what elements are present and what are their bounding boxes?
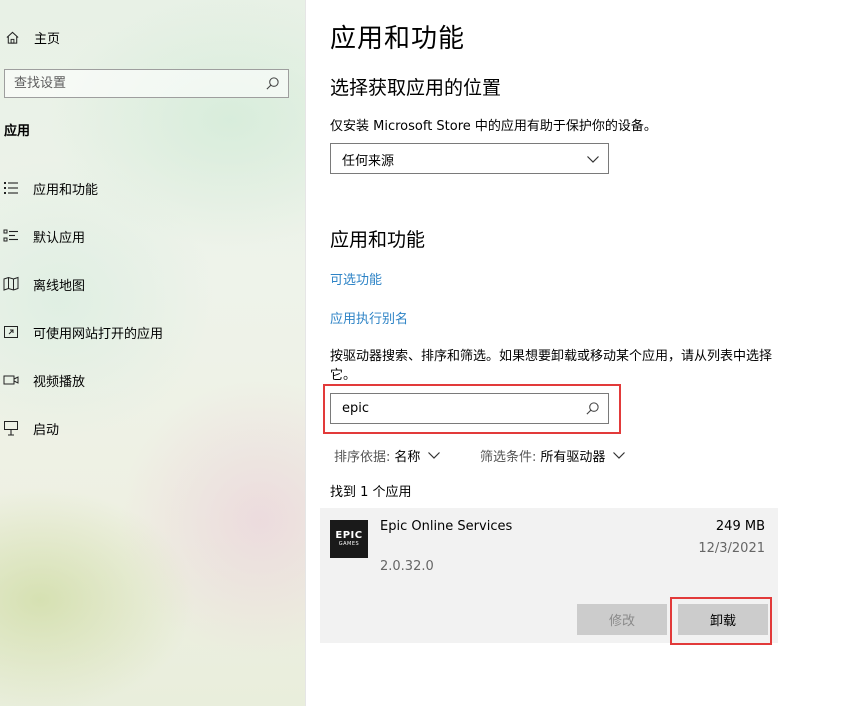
optional-features-link[interactable]: 可选功能 bbox=[330, 269, 382, 288]
filter-label: 筛选条件: bbox=[480, 449, 537, 465]
app-size: 249 MB bbox=[715, 519, 765, 534]
install-source-description: 仅安装 Microsoft Store 中的应用有助于保护你的设备。 bbox=[330, 119, 657, 134]
apps-features-heading: 应用和功能 bbox=[330, 229, 426, 251]
video-playback-icon bbox=[2, 371, 20, 389]
settings-search-input[interactable] bbox=[5, 70, 255, 97]
sidebar-item-label: 可使用网站打开的应用 bbox=[33, 326, 164, 342]
home-icon bbox=[4, 29, 20, 45]
dropdown-value: 任何来源 bbox=[342, 154, 395, 169]
install-source-heading: 选择获取应用的位置 bbox=[330, 77, 502, 99]
sidebar-section-apps: 应用 bbox=[4, 124, 31, 139]
epic-games-logo: EPIC GAMES bbox=[330, 520, 368, 558]
app-date: 12/3/2021 bbox=[698, 541, 765, 556]
sidebar-item-offline-maps[interactable]: 离线地图 bbox=[2, 273, 85, 295]
app-search[interactable] bbox=[330, 393, 609, 424]
nav-home[interactable]: 主页 bbox=[4, 27, 60, 47]
sidebar-item-label: 默认应用 bbox=[33, 230, 86, 246]
sidebar-item-label: 离线地图 bbox=[33, 278, 86, 294]
app-execution-aliases-link[interactable]: 应用执行别名 bbox=[330, 308, 408, 327]
chevron-down-icon bbox=[586, 152, 600, 166]
logo-text: EPIC bbox=[335, 530, 363, 541]
filter-dropdown[interactable]: 筛选条件: 所有驱动器 bbox=[480, 445, 626, 465]
uninstall-button[interactable]: 卸载 bbox=[678, 604, 768, 635]
main-content: 应用和功能 选择获取应用的位置 仅安装 Microsoft Store 中的应用… bbox=[306, 0, 856, 706]
offline-maps-icon bbox=[2, 275, 20, 293]
sidebar-item-apps-for-websites[interactable]: 可使用网站打开的应用 bbox=[2, 321, 163, 343]
apps-search-instructions: 按驱动器搜索、排序和筛选。如果想要卸载或移动某个应用，请从列表中选择它。 bbox=[330, 349, 773, 383]
sort-dropdown[interactable]: 排序依据: 名称 bbox=[334, 445, 441, 465]
settings-search[interactable] bbox=[4, 69, 289, 98]
logo-subtext: GAMES bbox=[338, 541, 360, 547]
sort-value: 名称 bbox=[394, 449, 421, 465]
startup-icon bbox=[2, 419, 20, 437]
app-version: 2.0.32.0 bbox=[380, 559, 434, 574]
chevron-down-icon bbox=[612, 448, 626, 462]
sidebar-item-apps-features[interactable]: 应用和功能 bbox=[2, 177, 98, 199]
sidebar-item-startup[interactable]: 启动 bbox=[2, 417, 59, 439]
filter-value: 所有驱动器 bbox=[540, 449, 606, 465]
app-name: Epic Online Services bbox=[380, 519, 513, 534]
sidebar-item-label: 启动 bbox=[33, 422, 60, 438]
search-icon[interactable] bbox=[585, 401, 600, 416]
sidebar-item-default-apps[interactable]: 默认应用 bbox=[2, 225, 85, 247]
install-source-dropdown[interactable]: 任何来源 bbox=[330, 143, 609, 174]
default-apps-icon bbox=[2, 227, 20, 245]
app-search-input[interactable] bbox=[331, 394, 576, 423]
page-title: 应用和功能 bbox=[330, 24, 466, 54]
search-icon[interactable] bbox=[265, 76, 280, 91]
sidebar-item-label: 应用和功能 bbox=[33, 182, 99, 198]
apps-for-websites-icon bbox=[2, 323, 20, 341]
chevron-down-icon bbox=[427, 448, 441, 462]
found-count: 找到 1 个应用 bbox=[330, 485, 412, 500]
sidebar-item-video-playback[interactable]: 视频播放 bbox=[2, 369, 85, 391]
nav-home-label: 主页 bbox=[34, 31, 61, 47]
sidebar: 主页 应用 应用和功能 默认应用 离线地图 可使用网站打开的应用 bbox=[0, 0, 306, 706]
sidebar-item-label: 视频播放 bbox=[33, 374, 86, 390]
apps-features-icon bbox=[2, 179, 20, 197]
sort-label: 排序依据: bbox=[334, 449, 391, 465]
modify-button[interactable]: 修改 bbox=[577, 604, 667, 635]
